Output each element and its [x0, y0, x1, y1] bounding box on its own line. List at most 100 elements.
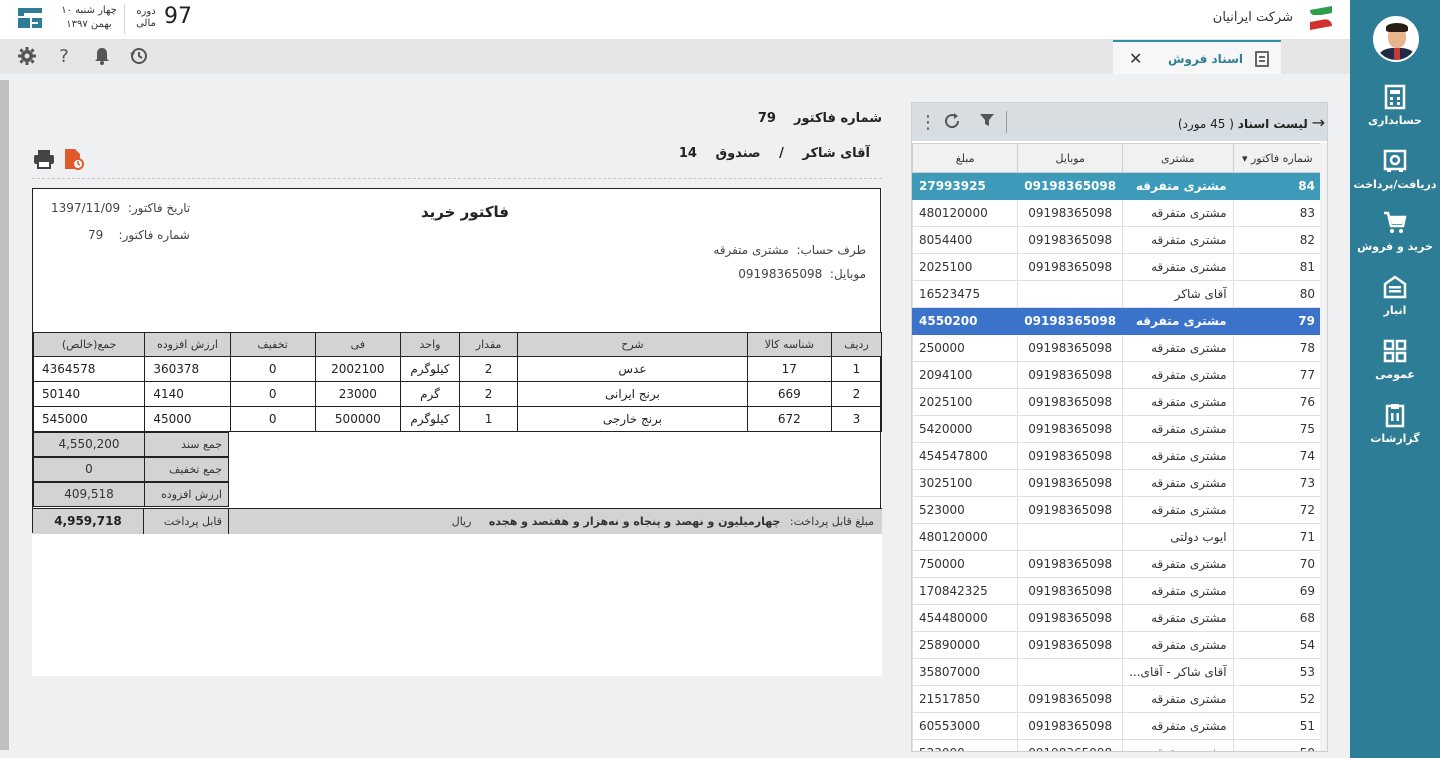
table-row[interactable]: 77 مشتری متفرقه 09198365098 2094100 [912, 361, 1323, 389]
col-discount: تخفیف [229, 332, 316, 357]
column-header-amount[interactable]: مبلغ [912, 143, 1019, 173]
table-row[interactable]: 54 مشتری متفرقه 09198365098 25890000 [912, 631, 1323, 659]
sidebar-item-accounting[interactable]: حسابداری [1350, 84, 1440, 146]
table-row[interactable]: 80 آقای شاکر 16523475 [912, 280, 1323, 308]
table-row[interactable]: 69 مشتری متفرقه 09198365098 170842325 [912, 577, 1323, 605]
invoice-number-field: شماره فاکتور: 79 [88, 228, 190, 242]
column-header-invoice-number[interactable]: شماره فاکتور ▾ [1232, 143, 1323, 173]
column-header-customer[interactable]: مشتری [1122, 143, 1234, 173]
cell-amount: 2025100 [912, 388, 1019, 416]
col-code: شناسه کالا [746, 332, 832, 357]
column-header-mobile[interactable]: موبایل [1017, 143, 1124, 173]
fiscal-period-number[interactable]: 97 [164, 4, 192, 29]
cell-amount: 480120000 [912, 523, 1019, 551]
sidebar-item-warehouse[interactable]: انبار [1350, 274, 1440, 336]
filter-icon[interactable] [977, 112, 997, 133]
cell-amount: 2025100 [912, 253, 1019, 281]
currency-label: ریال [451, 515, 472, 528]
sum-document-label: جمع سند [181, 438, 222, 451]
table-row[interactable]: 53 آقای شاکر - آقای... 35807000 [912, 658, 1323, 686]
bell-icon[interactable] [91, 46, 113, 68]
grid-icon [1383, 339, 1407, 363]
company-name[interactable]: شرکت ایرانیان [1213, 10, 1293, 25]
table-row[interactable]: 76 مشتری متفرقه 09198365098 2025100 [912, 388, 1323, 416]
invoice-box: فاکتور خرید تاریخ فاکتور: 1397/11/09 شما… [32, 188, 883, 534]
sidebar-item-label: دریافت/پرداخت [1353, 178, 1437, 191]
cashbox-number: 14 [678, 146, 697, 161]
more-options-icon[interactable]: ⋮ [918, 112, 938, 133]
cell-num: 68 [1232, 604, 1323, 632]
clipboard-icon [1385, 404, 1405, 428]
vertical-scrollbar[interactable] [1320, 143, 1327, 751]
cell-num: 80 [1232, 280, 1323, 308]
payable-in-words: مبلغ قابل پرداخت: چهارمیلیون و نهصد و پن… [452, 509, 874, 534]
list-header: → لیست اسناد ( 45 مورد) ⋮ [912, 103, 1327, 141]
cell-customer: مشتری متفرقه [1122, 631, 1234, 659]
cell-mobile [1017, 523, 1124, 551]
invoice-document: فاکتور خرید تاریخ فاکتور: 1397/11/09 شما… [32, 188, 883, 676]
item-qty: 2 [459, 381, 519, 407]
cell-num: 73 [1232, 469, 1323, 497]
period-label-line1: دوره [136, 6, 156, 17]
cell-amount: 454480000 [912, 604, 1019, 632]
table-row[interactable]: 52 مشتری متفرقه 09198365098 21517850 [912, 685, 1323, 713]
cell-amount: 2094100 [912, 361, 1019, 389]
sidebar-item-purchase-sales[interactable]: خرید و فروش [1350, 210, 1440, 272]
sidebar-item-receive-pay[interactable]: دریافت/پرداخت [1350, 148, 1440, 210]
document-list-panel: → لیست اسناد ( 45 مورد) ⋮ شماره فاکتور ▾… [911, 102, 1328, 752]
help-icon[interactable]: ? [53, 46, 75, 68]
table-row[interactable]: 78 مشتری متفرقه 09198365098 250000 [912, 334, 1323, 362]
close-tab-icon[interactable]: ✕ [1129, 49, 1142, 68]
item-vat: 4140 [144, 381, 231, 407]
sidebar-item-reports[interactable]: گزارشات [1350, 402, 1440, 464]
table-row[interactable]: 72 مشتری متفرقه 09198365098 523000 [912, 496, 1323, 524]
item-price: 500000 [314, 406, 401, 432]
cell-mobile: 09198365098 [1017, 199, 1124, 227]
sidebar-item-general[interactable]: عمومی [1350, 338, 1440, 400]
table-row[interactable]: 51 مشتری متفرقه 09198365098 60553000 [912, 712, 1323, 740]
invoice-items-table: ردیف شناسه کالا شرح مقدار واحد فی تخفیف … [32, 332, 883, 432]
tab-sales-documents[interactable]: ✕ اسناد فروش [1113, 40, 1281, 74]
back-arrow-icon[interactable]: → [1312, 113, 1325, 132]
table-row[interactable]: 84 مشتری متفرقه 09198365098 27993925 [912, 172, 1323, 200]
item-discount: 0 [229, 381, 316, 407]
warehouse-icon [1383, 275, 1407, 299]
table-row[interactable]: 70 مشتری متفرقه 09198365098 750000 [912, 550, 1323, 578]
print-icon[interactable] [33, 148, 55, 170]
cell-num: 84 [1232, 172, 1323, 200]
sidebar-item-label: خرید و فروش [1357, 240, 1433, 253]
cell-mobile: 09198365098 [1017, 415, 1124, 443]
separator: / [779, 146, 784, 161]
cell-num: 75 [1232, 415, 1323, 443]
cell-num: 76 [1232, 388, 1323, 416]
payable-value: 4,959,718 [33, 509, 144, 534]
cell-customer: مشتری متفرقه [1122, 550, 1234, 578]
gear-icon[interactable] [16, 46, 38, 68]
table-row[interactable]: 73 مشتری متفرقه 09198365098 3025100 [912, 469, 1323, 497]
tab-label: اسناد فروش [1168, 52, 1243, 66]
history-icon[interactable] [128, 46, 150, 68]
invoice-subheading: آقای شاکر / صندوق 14 [665, 146, 870, 161]
user-avatar[interactable] [1373, 16, 1419, 62]
item-net: 4364578 [32, 356, 146, 382]
table-row[interactable]: 74 مشتری متفرقه 09198365098 454547800 [912, 442, 1323, 470]
table-row[interactable]: 75 مشتری متفرقه 09198365098 5420000 [912, 415, 1323, 443]
table-row[interactable]: 79 مشتری متفرقه 09198365098 4550200 [912, 307, 1323, 335]
export-pdf-icon[interactable] [62, 148, 84, 170]
table-row[interactable]: 50مشتری متفرقه09198365098523000 [912, 739, 1323, 751]
sum-document-value: 4,550,200 [34, 433, 145, 456]
table-row[interactable]: 68 مشتری متفرقه 09198365098 454480000 [912, 604, 1323, 632]
cell-num: 70 [1232, 550, 1323, 578]
cell-customer: مشتری متفرقه [1122, 253, 1234, 281]
cell-customer: مشتری متفرقه [1122, 739, 1234, 751]
items-header-row: ردیف شناسه کالا شرح مقدار واحد فی تخفیف … [32, 332, 883, 357]
cell-amount: 250000 [912, 334, 1019, 362]
refresh-icon[interactable] [942, 112, 962, 135]
table-row[interactable]: 83 مشتری متفرقه 09198365098 480120000 [912, 199, 1323, 227]
item-code: 17 [746, 356, 832, 382]
table-row[interactable]: 82 مشتری متفرقه 09198365098 8054400 [912, 226, 1323, 254]
cell-mobile: 09198365098 [1017, 631, 1124, 659]
table-row[interactable]: 81 مشتری متفرقه 09198365098 2025100 [912, 253, 1323, 281]
cell-num: 79 [1232, 307, 1323, 335]
table-row[interactable]: 71 ایوب دولتی 480120000 [912, 523, 1323, 551]
